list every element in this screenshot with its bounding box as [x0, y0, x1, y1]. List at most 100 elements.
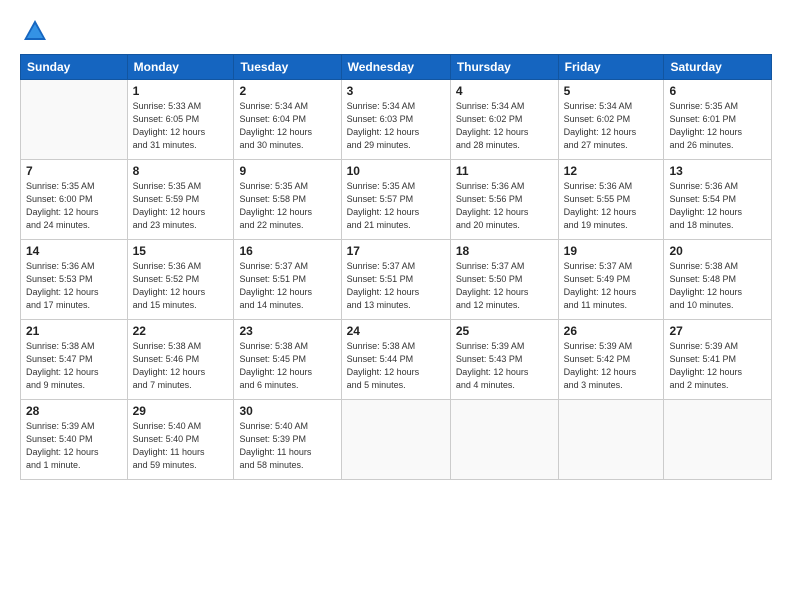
calendar-cell: 2 Sunrise: 5:34 AM Sunset: 6:04 PM Daylig…	[234, 80, 341, 160]
day-number: 23	[239, 324, 335, 338]
calendar-cell: 14Sunrise: 5:36 AM Sunset: 5:53 PM Dayli…	[21, 240, 128, 320]
day-number: 7	[26, 164, 122, 178]
day-info: Sunrise: 5:36 AM Sunset: 5:52 PM Dayligh…	[133, 260, 229, 312]
day-number: 21	[26, 324, 122, 338]
calendar-cell: 20 Sunrise: 5:38 AM Sunset: 5:48 PM Dayli…	[664, 240, 772, 320]
calendar-cell: 15 Sunrise: 5:36 AM Sunset: 5:52 PM Dayli…	[127, 240, 234, 320]
calendar-cell: 13Sunrise: 5:36 AM Sunset: 5:54 PM Dayli…	[664, 160, 772, 240]
week-row-5: 28 Sunrise: 5:39 AM Sunset: 5:40 PM Dayli…	[21, 400, 772, 480]
calendar-cell	[341, 400, 450, 480]
day-info: Sunrise: 5:35 AM Sunset: 6:00 PM Dayligh…	[26, 180, 122, 232]
day-number: 3	[347, 84, 445, 98]
day-number: 4	[456, 84, 553, 98]
day-info: Sunrise: 5:39 AM Sunset: 5:40 PM Dayligh…	[26, 420, 122, 472]
calendar-cell: 24 Sunrise: 5:38 AM Sunset: 5:44 PM Dayli…	[341, 320, 450, 400]
calendar-cell: 9Sunrise: 5:35 AM Sunset: 5:58 PM Daylig…	[234, 160, 341, 240]
day-info: Sunrise: 5:39 AM Sunset: 5:42 PM Dayligh…	[564, 340, 659, 392]
day-info: Sunrise: 5:38 AM Sunset: 5:46 PM Dayligh…	[133, 340, 229, 392]
weekday-header-saturday: Saturday	[664, 55, 772, 80]
day-info: Sunrise: 5:35 AM Sunset: 5:59 PM Dayligh…	[133, 180, 229, 232]
calendar-cell: 6 Sunrise: 5:35 AM Sunset: 6:01 PM Daylig…	[664, 80, 772, 160]
day-info: Sunrise: 5:34 AM Sunset: 6:04 PM Dayligh…	[239, 100, 335, 152]
calendar-cell: 12 Sunrise: 5:36 AM Sunset: 5:55 PM Dayli…	[558, 160, 664, 240]
weekday-header-wednesday: Wednesday	[341, 55, 450, 80]
day-info: Sunrise: 5:37 AM Sunset: 5:51 PM Dayligh…	[347, 260, 445, 312]
logo	[20, 18, 48, 44]
week-row-3: 14Sunrise: 5:36 AM Sunset: 5:53 PM Dayli…	[21, 240, 772, 320]
weekday-header-friday: Friday	[558, 55, 664, 80]
calendar-cell: 25 Sunrise: 5:39 AM Sunset: 5:43 PM Dayli…	[450, 320, 558, 400]
calendar-cell: 7 Sunrise: 5:35 AM Sunset: 6:00 PM Daylig…	[21, 160, 128, 240]
calendar-cell: 1Sunrise: 5:33 AM Sunset: 6:05 PM Daylig…	[127, 80, 234, 160]
calendar-table: SundayMondayTuesdayWednesdayThursdayFrid…	[20, 54, 772, 480]
day-info: Sunrise: 5:36 AM Sunset: 5:56 PM Dayligh…	[456, 180, 553, 232]
calendar-cell: 3 Sunrise: 5:34 AM Sunset: 6:03 PM Daylig…	[341, 80, 450, 160]
day-number: 22	[133, 324, 229, 338]
calendar-cell	[21, 80, 128, 160]
day-info: Sunrise: 5:39 AM Sunset: 5:43 PM Dayligh…	[456, 340, 553, 392]
day-number: 5	[564, 84, 659, 98]
calendar-cell: 26 Sunrise: 5:39 AM Sunset: 5:42 PM Dayli…	[558, 320, 664, 400]
day-number: 17	[347, 244, 445, 258]
weekday-header-thursday: Thursday	[450, 55, 558, 80]
weekday-header-sunday: Sunday	[21, 55, 128, 80]
day-info: Sunrise: 5:35 AM Sunset: 5:57 PM Dayligh…	[347, 180, 445, 232]
day-info: Sunrise: 5:35 AM Sunset: 6:01 PM Dayligh…	[669, 100, 766, 152]
day-number: 13	[669, 164, 766, 178]
day-number: 24	[347, 324, 445, 338]
day-info: Sunrise: 5:40 AM Sunset: 5:40 PM Dayligh…	[133, 420, 229, 472]
day-info: Sunrise: 5:38 AM Sunset: 5:44 PM Dayligh…	[347, 340, 445, 392]
calendar-cell: 27Sunrise: 5:39 AM Sunset: 5:41 PM Dayli…	[664, 320, 772, 400]
day-number: 26	[564, 324, 659, 338]
day-info: Sunrise: 5:34 AM Sunset: 6:03 PM Dayligh…	[347, 100, 445, 152]
day-info: Sunrise: 5:40 AM Sunset: 5:39 PM Dayligh…	[239, 420, 335, 472]
calendar-cell: 16 Sunrise: 5:37 AM Sunset: 5:51 PM Dayli…	[234, 240, 341, 320]
day-number: 1	[133, 84, 229, 98]
calendar-cell	[558, 400, 664, 480]
day-number: 16	[239, 244, 335, 258]
day-info: Sunrise: 5:37 AM Sunset: 5:51 PM Dayligh…	[239, 260, 335, 312]
calendar-cell	[664, 400, 772, 480]
calendar-cell	[450, 400, 558, 480]
week-row-1: 1Sunrise: 5:33 AM Sunset: 6:05 PM Daylig…	[21, 80, 772, 160]
day-number: 2	[239, 84, 335, 98]
day-number: 15	[133, 244, 229, 258]
weekday-header-tuesday: Tuesday	[234, 55, 341, 80]
day-number: 25	[456, 324, 553, 338]
day-number: 10	[347, 164, 445, 178]
day-number: 28	[26, 404, 122, 418]
day-number: 20	[669, 244, 766, 258]
week-row-2: 7 Sunrise: 5:35 AM Sunset: 6:00 PM Daylig…	[21, 160, 772, 240]
week-row-4: 21 Sunrise: 5:38 AM Sunset: 5:47 PM Dayli…	[21, 320, 772, 400]
day-info: Sunrise: 5:38 AM Sunset: 5:48 PM Dayligh…	[669, 260, 766, 312]
header	[20, 18, 772, 44]
day-info: Sunrise: 5:38 AM Sunset: 5:47 PM Dayligh…	[26, 340, 122, 392]
day-number: 29	[133, 404, 229, 418]
page: SundayMondayTuesdayWednesdayThursdayFrid…	[0, 0, 792, 612]
day-number: 30	[239, 404, 335, 418]
calendar-cell: 17 Sunrise: 5:37 AM Sunset: 5:51 PM Dayli…	[341, 240, 450, 320]
day-info: Sunrise: 5:37 AM Sunset: 5:50 PM Dayligh…	[456, 260, 553, 312]
day-info: Sunrise: 5:38 AM Sunset: 5:45 PM Dayligh…	[239, 340, 335, 392]
day-number: 12	[564, 164, 659, 178]
day-number: 8	[133, 164, 229, 178]
day-number: 19	[564, 244, 659, 258]
day-number: 14	[26, 244, 122, 258]
calendar-cell: 30 Sunrise: 5:40 AM Sunset: 5:39 PM Dayli…	[234, 400, 341, 480]
calendar-cell: 22 Sunrise: 5:38 AM Sunset: 5:46 PM Dayli…	[127, 320, 234, 400]
calendar-cell: 21 Sunrise: 5:38 AM Sunset: 5:47 PM Dayli…	[21, 320, 128, 400]
day-number: 9	[239, 164, 335, 178]
day-info: Sunrise: 5:36 AM Sunset: 5:55 PM Dayligh…	[564, 180, 659, 232]
calendar-cell: 29 Sunrise: 5:40 AM Sunset: 5:40 PM Dayli…	[127, 400, 234, 480]
calendar-cell: 18 Sunrise: 5:37 AM Sunset: 5:50 PM Dayli…	[450, 240, 558, 320]
calendar-cell: 4Sunrise: 5:34 AM Sunset: 6:02 PM Daylig…	[450, 80, 558, 160]
calendar-cell: 5Sunrise: 5:34 AM Sunset: 6:02 PM Daylig…	[558, 80, 664, 160]
calendar-cell: 11 Sunrise: 5:36 AM Sunset: 5:56 PM Dayli…	[450, 160, 558, 240]
calendar-cell: 28 Sunrise: 5:39 AM Sunset: 5:40 PM Dayli…	[21, 400, 128, 480]
calendar-cell: 8 Sunrise: 5:35 AM Sunset: 5:59 PM Daylig…	[127, 160, 234, 240]
day-number: 18	[456, 244, 553, 258]
day-number: 6	[669, 84, 766, 98]
calendar-cell: 23 Sunrise: 5:38 AM Sunset: 5:45 PM Dayli…	[234, 320, 341, 400]
day-number: 11	[456, 164, 553, 178]
logo-icon	[22, 18, 48, 44]
